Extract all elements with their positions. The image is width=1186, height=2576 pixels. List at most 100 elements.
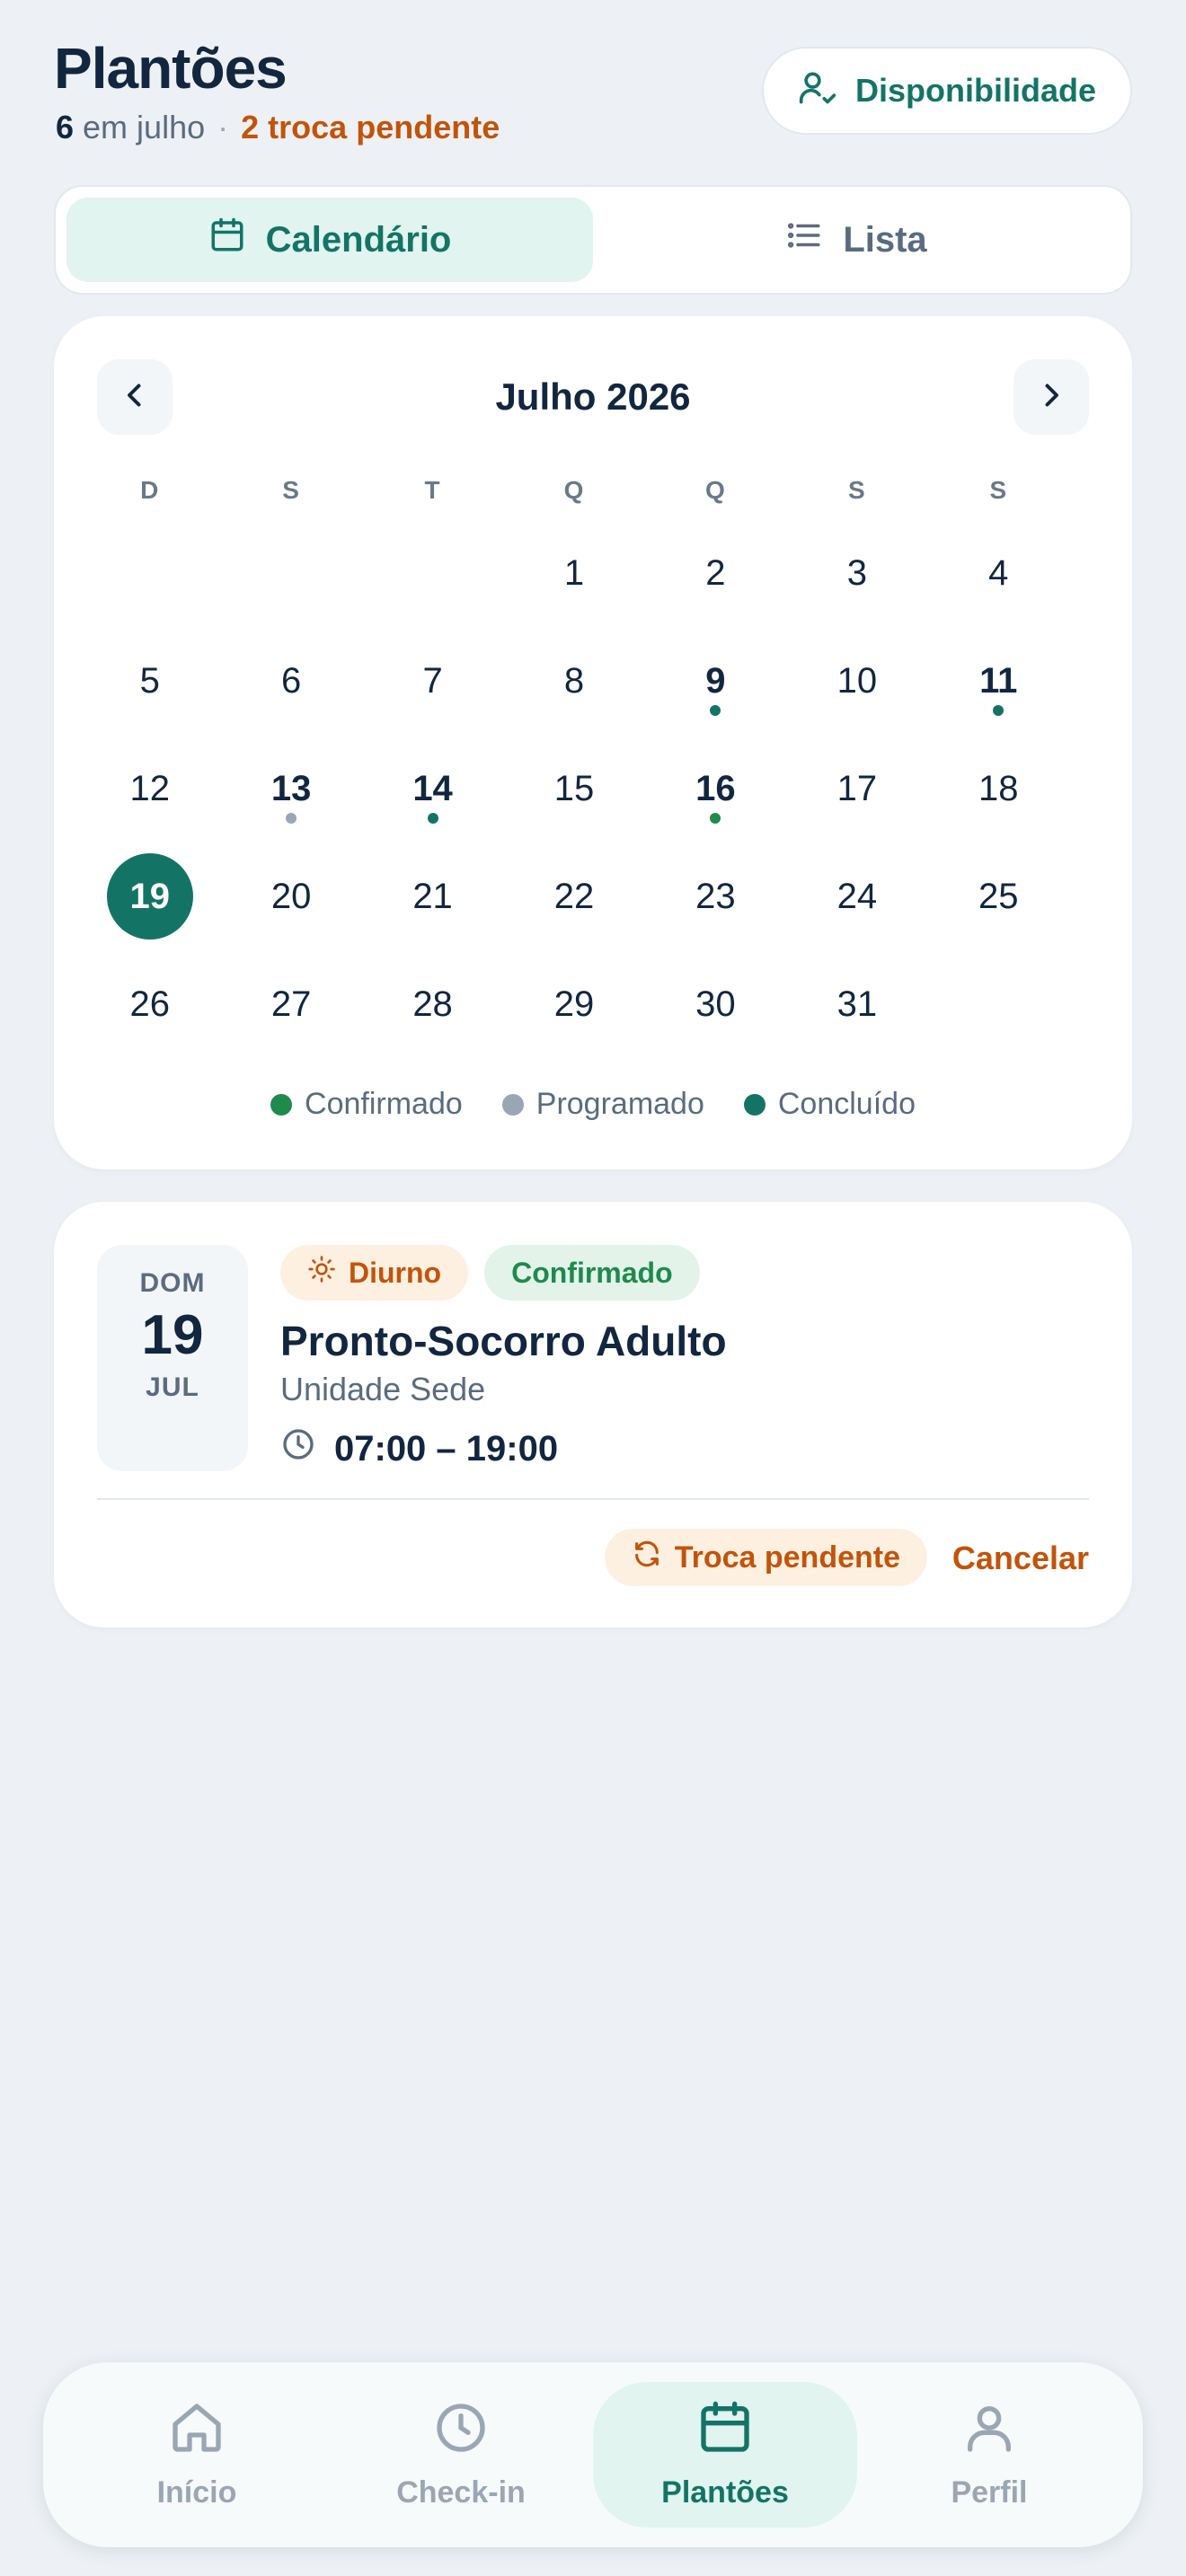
swap-pending-label: Troca pendente [674,1539,900,1575]
page-header: Plantões 6 em julho · 2 troca pendente D… [54,36,1132,153]
calendar-day[interactable]: 24 [786,842,927,950]
day-number: 21 [412,876,453,916]
nav-item-profile[interactable]: Perfil [857,2382,1121,2527]
calendar-day[interactable]: 17 [786,735,927,842]
day-number: 30 [695,984,736,1024]
calendar-day[interactable]: 21 [362,842,503,950]
day-number: 23 [695,876,736,916]
day-number: 22 [553,876,595,916]
tab-list[interactable]: Lista [593,198,1120,282]
chevron-right-icon [1035,379,1067,416]
status-badge: Confirmado [484,1245,700,1301]
calendar-day[interactable]: 18 [928,735,1069,842]
calendar-day[interactable]: 22 [503,842,644,950]
nav-item-shifts[interactable]: Plantões [593,2382,857,2527]
calendar-day[interactable]: 10 [786,627,927,735]
calendar-day[interactable]: 27 [220,950,361,1058]
calendar-day[interactable]: 1 [503,519,644,627]
shift-status-dot [427,813,438,824]
shift-unit: Unidade Sede [280,1371,486,1407]
day-number: 12 [129,768,170,808]
calendar-day[interactable]: 7 [362,627,503,735]
day-number: 13 [270,768,312,808]
next-month-button[interactable] [1013,359,1089,435]
legend-label: Confirmado [305,1087,463,1121]
day-number: 8 [563,660,585,701]
calendar-day[interactable]: 11 [928,627,1069,735]
calendar-day[interactable]: 31 [786,950,927,1058]
day-number: 14 [412,768,453,808]
day-number: 17 [836,768,878,808]
day-number: 27 [270,984,312,1024]
cancel-button[interactable]: Cancelar [952,1539,1089,1577]
empty-day-cell [79,519,220,627]
day-number: 31 [836,984,878,1024]
calendar-day[interactable]: 9 [645,627,786,735]
day-number: 9 [705,660,726,701]
nav-item-home[interactable]: Início [65,2382,329,2527]
calendar-day[interactable]: 29 [503,950,644,1058]
weekday-label: Q [563,476,585,504]
swap-pending-button[interactable]: Troca pendente [604,1529,927,1586]
calendar-day[interactable]: 5 [79,627,220,735]
shift-type-badge: Diurno [280,1245,469,1301]
subtitle-separator: · [217,109,229,146]
calendar-day[interactable]: 15 [503,735,644,842]
tab-list-label: Lista [843,219,927,260]
legend-item-confirmado: Confirmado [270,1087,463,1122]
shift-status-dot [286,813,297,824]
day-number: 7 [422,660,443,701]
pending-swaps: 2 troca pendente [241,109,500,146]
clock-icon [280,1426,316,1471]
weekday-label: S [989,476,1008,504]
shift-count: 6 [56,109,75,146]
calendar-day[interactable]: 2 [645,519,786,627]
calendar-day[interactable]: 13 [220,735,361,842]
weekday-label: D [140,476,160,504]
legend-label: Concluído [777,1087,916,1121]
day-number: 2 [705,552,726,593]
calendar-day[interactable]: 16 [645,735,786,842]
month-title: Julho 2026 [495,375,691,418]
tab-calendar[interactable]: Calendário [66,198,593,282]
calendar-nav: Julho 2026 [97,359,1089,438]
legend-dot [270,1093,293,1116]
shift-card[interactable]: DOM 19 JUL Diurno Confirmado Pronto-Soco… [54,1202,1132,1628]
day-number: 16 [695,768,736,808]
shift-badges: Diurno Confirmado [280,1245,700,1301]
user-check-icon [798,67,837,115]
calendar-day[interactable]: 14 [362,735,503,842]
calendar-day[interactable]: 6 [220,627,361,735]
availability-button[interactable]: Disponibilidade [762,47,1132,135]
nav-item-checkin-label: Check-in [396,2475,526,2510]
user-icon [960,2399,1018,2465]
nav-item-checkin[interactable]: Check-in [329,2382,593,2527]
shift-time-label: 07:00 – 19:00 [334,1428,559,1469]
calendar-day[interactable]: 25 [928,842,1069,950]
day-number: 20 [270,876,312,916]
day-number: 11 [979,660,1018,701]
shift-status-dot [710,813,721,824]
tab-calendar-label: Calendário [265,219,452,260]
home-icon [168,2399,226,2465]
calendar-day[interactable]: 3 [786,519,927,627]
page-subtitle: 6 em julho · 2 troca pendente [56,108,500,147]
nav-item-home-label: Início [156,2475,237,2510]
calendar-day[interactable]: 4 [928,519,1069,627]
calendar-day[interactable]: 23 [645,842,786,950]
calendar-day[interactable]: 28 [362,950,503,1058]
calendar-icon [208,216,246,263]
day-number: 3 [846,552,867,593]
calendar-day[interactable]: 26 [79,950,220,1058]
calendar-day[interactable]: 12 [79,735,220,842]
calendar-day-selected[interactable]: 19 [79,842,220,950]
calendar-day[interactable]: 8 [503,627,644,735]
legend-label: Programado [535,1087,704,1121]
weekday-label: S [282,476,300,504]
calendar-day[interactable]: 30 [645,950,786,1058]
weekday-header: DSTQQSS [79,476,1069,505]
shift-status-dot [710,705,721,716]
shift-count-suffix: em julho [74,109,206,146]
shifts-screen: Plantões 6 em julho · 2 troca pendente D… [0,0,1186,2576]
calendar-day[interactable]: 20 [220,842,361,950]
